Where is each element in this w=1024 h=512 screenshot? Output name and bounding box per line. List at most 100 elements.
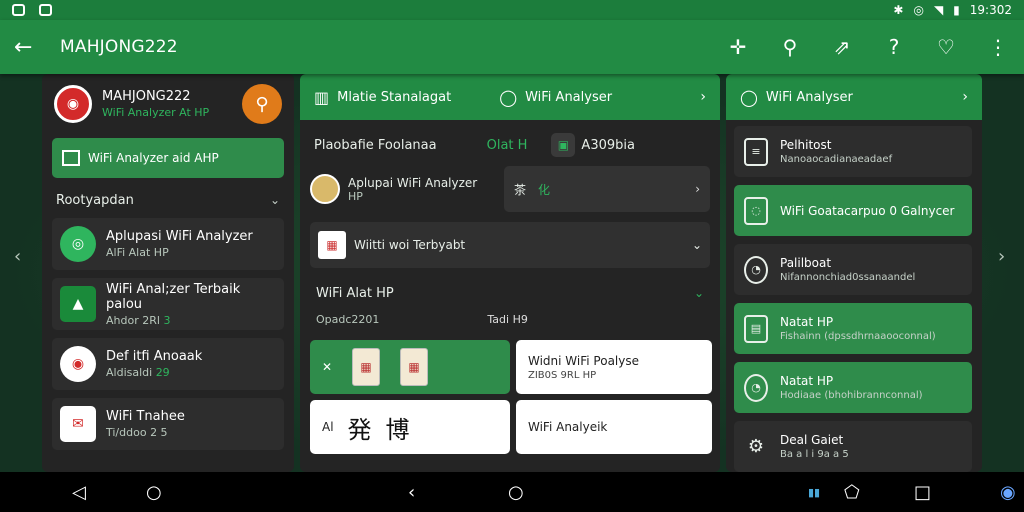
grid-cell[interactable]: Widni WiFi Poalyse ZIB0S 9RL HP [516,340,712,394]
right-panel: ◯ WiFi Analyser › ≡ Pelhitost Nanoaocadi… [726,74,982,472]
building-icon: ▥ [314,87,330,107]
list-item[interactable]: ◔ Natat HP Hodiaae (bhohibrannconnal) [734,362,972,413]
status-time: 19:302 [969,3,1012,17]
list-item-subtitle: Nanoaocadianaeadaef [780,154,893,165]
info-row-value: Olat H [486,137,528,153]
app-row-title: Aplupai WiFi Analyzer [348,175,478,190]
grid-cell-char: 発 [347,415,372,444]
share-icon[interactable]: ⇗ [830,35,854,59]
list-item-subtitle: Nifannonchiad0ssanaandel [780,272,916,283]
tab-wifi-analyser[interactable]: ◯ WiFi Analyser [740,88,853,107]
person-icon: ◔ [744,255,768,284]
grid-cell[interactable]: Al 発 博 [310,400,510,454]
app-row[interactable]: Aplupai WiFi Analyzer HP [310,166,496,212]
person-icon: ◔ [744,373,768,402]
app-logo: ◉ [54,85,92,123]
app-small-icon: ▣ [551,133,576,157]
wifi-icon: ◥ [933,3,944,17]
best-dropdown[interactable]: ▦ Wiitti woi Terbyabt ⌄ [310,222,710,268]
section: WiFi Alat HP ⌄ Opadc2201 Tadi H9 [300,268,720,326]
grid-cell-sub: ZIB0S 9RL HP [528,369,597,381]
mini-card[interactable]: 茶 化 › [504,166,710,212]
list-item[interactable]: ◔ Palilboat Nifannonchiad0ssanaandel [734,244,972,295]
app-bar: ← MAHJONG222 ✛ ⚲ ⇗ ? ♡ ⋮ [0,20,1024,74]
tab-bar: ◯ WiFi Analyser › [726,74,982,120]
list-item-subtitle: Ti/ddoo 2 5 [106,426,168,439]
app-icon: ◎ [60,226,96,262]
search-button[interactable]: ⚲ [242,84,282,124]
grid-cell[interactable]: WiFi Analyeik [516,400,712,454]
list-item[interactable]: ◎ Aplupasi WiFi Analyzer AlFi Alat HP [52,218,284,270]
list-item[interactable]: ◌ WiFi Goatacarpuo 0 Galnycer [734,185,972,236]
window-icon [62,150,80,166]
home-icon[interactable]: ○ [146,482,162,503]
mahjong-tile-icon: ▦ [352,348,381,386]
chevron-right-icon: › [695,182,700,196]
list-item-badge: 29 [155,366,170,379]
list-item-title: WiFi Anal;zer Terbaik palou [106,281,241,312]
search-icon: ⚲ [255,93,269,115]
tab-stanalagat[interactable]: ▥ Mlatie Stanalagat [314,88,451,107]
list-item[interactable]: ✉ WiFi Tnahee Ti/ddoo 2 5 [52,398,284,450]
square-icon[interactable]: □ [914,482,931,503]
search-icon[interactable]: ⚲ [778,35,802,59]
panel-app-sub: WiFi Analyzer At HP [102,106,210,119]
heart-icon[interactable]: ♡ [934,35,958,59]
tab-wifi-analyser[interactable]: ◯ WiFi Analyser [499,88,612,107]
list-item[interactable]: ≡ Pelhitost Nanoaocadianaeadaef [734,126,972,177]
more-icon[interactable]: ⋮ [986,35,1010,59]
list-item[interactable]: ⚙ Deal Gaiet Ba a l i 9a a 5 [734,421,972,472]
gear-icon: ⚙ [747,436,765,457]
app-title: MAHJONG222 [60,37,178,57]
message-icon [39,4,52,16]
list-item-subtitle: Hodiaae (bhohibrannconnal) [780,390,923,401]
navigation-bar: ◁ ○ ‹ ○ ▮▮ ⬠ □ ◉ [0,472,1024,512]
back-icon[interactable]: ‹ [408,482,415,503]
info-row-label: Plaobafie Foolanaa [314,137,437,153]
notification-icon [12,4,25,16]
grid-cell[interactable]: ✕ ▦ ▦ [310,340,510,394]
info-row: Plaobafie Foolanaa Olat H ▣ A309bia [300,124,720,166]
coin-icon [310,174,340,204]
bluetooth-icon: ✱ [893,3,904,17]
assistant-icon[interactable]: ◉ [1000,482,1016,503]
back-icon[interactable]: ◁ [72,482,86,503]
grid-cell-title: Widni WiFi Poalyse [528,353,639,368]
list-item[interactable]: ▲ WiFi Anal;zer Terbaik palou Ahdor 2Rl … [52,278,284,330]
chat-icon: ◌ [744,196,768,225]
clipboard-icon: ▤ [744,314,768,343]
list-item-subtitle: AlFi Alat HP [106,246,169,259]
app-icon: ▲ [60,286,96,322]
best-dropdown-label: Wiitti woi Terbyabt [354,238,466,252]
chevron-right-icon[interactable]: › [962,89,968,105]
mini-card-icon: 茶 [514,182,527,197]
chevron-right-icon[interactable]: › [700,89,706,105]
chat-icon: ◯ [499,87,518,107]
list-item[interactable]: ◉ Def itfi Anoaak Aldisaldi 29 [52,338,284,390]
chevron-down-icon[interactable]: ⌄ [694,286,704,301]
tab-label: Mlatie Stanalagat [337,89,452,105]
grid-cell-title: WiFi Analyeik [528,420,608,434]
help-icon[interactable]: ? [882,35,906,59]
chevron-down-icon: ⌄ [269,193,280,207]
list-item-badge: 3 [163,313,171,327]
chevron-left-icon[interactable]: ‹ [14,246,21,267]
shape-icon[interactable]: ⬠ [844,482,860,503]
list-item[interactable]: ▤ Natat HP Fishainn (dpssdhrnaaooconnal) [734,303,972,354]
primary-button[interactable]: WiFi Analyzer aid AHP [52,138,284,178]
move-icon[interactable]: ✛ [726,35,750,59]
app-icon: ✉ [60,406,96,442]
list-item-title: Aplupasi WiFi Analyzer [106,229,253,244]
chevron-down-icon: ⌄ [691,238,702,252]
list-item-title: Natat HP [780,315,834,329]
chevron-right-icon[interactable]: › [998,246,1005,267]
home-icon[interactable]: ○ [508,482,524,503]
chat-icon: ◯ [740,87,758,107]
recents-icon[interactable]: ▮▮ [808,486,820,499]
section-sub: Opadc2201 [316,313,380,326]
list-item-subtitle: Ba a l i 9a a 5 [780,449,849,460]
section-header[interactable]: Rootyapdan ⌄ [42,182,294,218]
back-arrow-icon[interactable]: ← [14,35,48,60]
section-sub-right: Tadi H9 [487,313,528,326]
list-item-subtitle: Aldisaldi [106,366,153,379]
